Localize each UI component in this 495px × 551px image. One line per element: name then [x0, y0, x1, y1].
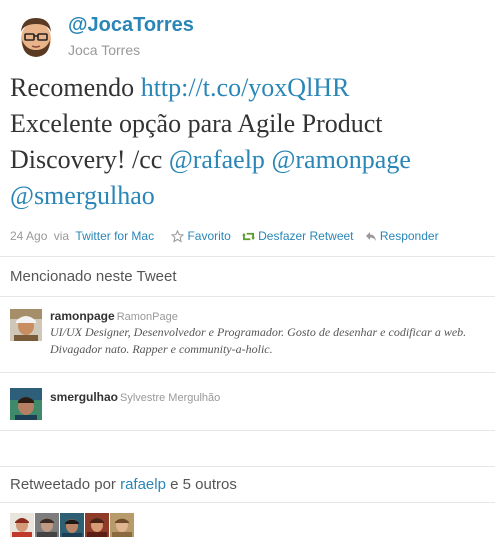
author-full-name: Joca Torres — [68, 42, 141, 58]
retweeted-others-link[interactable]: e 5 outros — [170, 476, 237, 493]
tweet-meta-row: 24 Ago via Twitter for Mac Favorito Desf… — [10, 228, 490, 246]
divider — [0, 296, 495, 297]
favorite-label: Favorito — [187, 229, 231, 244]
divider — [0, 372, 495, 373]
mention-smergulhao[interactable]: @smergulhao — [10, 181, 155, 210]
user-photo-icon — [60, 513, 84, 537]
favorite-button[interactable]: Favorito — [171, 228, 231, 244]
smergulhao-avatar[interactable] — [10, 388, 42, 420]
reply-button[interactable]: Responder — [365, 228, 439, 243]
retweeter-avatar-5[interactable] — [110, 513, 134, 537]
divider — [0, 502, 495, 503]
divider — [0, 430, 495, 431]
retweeter-avatar-2[interactable] — [35, 513, 59, 537]
undo-retweet-button[interactable]: Desfazer Retweet — [242, 228, 354, 244]
mentioned-user-ramonpage[interactable]: ramonpage RamonPage UI/UX Designer, Desen… — [10, 309, 490, 365]
divider — [0, 256, 495, 257]
mention-ramonpage[interactable]: @ramonpage — [271, 145, 410, 174]
user-photo-icon — [10, 388, 42, 420]
ramonpage-avatar[interactable] — [10, 309, 42, 341]
star-icon — [171, 229, 185, 243]
via-label: via — [53, 228, 70, 243]
tweet-word-recomendo: Recomendo — [10, 73, 135, 102]
ramonpage-bio: UI/UX Designer, Desenvolvedor e Programa… — [50, 325, 467, 356]
smergulhao-name-line: smergulhao Sylvestre Mergulhão — [50, 390, 220, 404]
tweet-author: @JocaTorres Joca Torres — [12, 12, 482, 60]
author-avatar[interactable] — [12, 12, 60, 60]
retweeter-avatar-3[interactable] — [60, 513, 84, 537]
mention-rafaelp[interactable]: @rafaelp — [169, 145, 265, 174]
tweet-line-excelente: Excelente opção para Agile Product — [10, 109, 383, 138]
smergulhao-full-name: Sylvestre Mergulhão — [120, 392, 221, 404]
divider — [0, 466, 495, 467]
tweet-date-link[interactable]: 24 Ago — [10, 229, 47, 243]
retweet-icon — [242, 232, 256, 240]
reply-arrow-icon — [365, 231, 376, 241]
retweeter-avatar-1[interactable] — [10, 513, 34, 537]
ramonpage-full-name: RamonPage — [116, 311, 178, 323]
tweet-line-discovery: Discovery! /cc — [10, 145, 163, 174]
mentioned-heading: Mencionado neste Tweet — [10, 268, 177, 285]
author-handle-link[interactable]: @JocaTorres — [68, 14, 194, 37]
retweeted-user-link[interactable]: rafaelp — [120, 476, 166, 493]
retweeted-heading: Retweetado por rafaelp e 5 outros — [10, 476, 237, 493]
user-photo-icon — [35, 513, 59, 537]
retweeter-avatar-4[interactable] — [85, 513, 109, 537]
tweet-source-link[interactable]: Twitter for Mac — [75, 229, 154, 243]
user-photo-icon — [85, 513, 109, 537]
user-photo-icon — [110, 513, 134, 537]
undo-retweet-label: Desfazer Retweet — [258, 229, 354, 244]
mentioned-user-smergulhao[interactable]: smergulhao Sylvestre Mergulhão — [10, 388, 490, 422]
tweet-text: Recomendo http://t.co/yoxQlHR Excelente … — [10, 70, 488, 214]
ramonpage-handle-link[interactable]: ramonpage — [50, 309, 115, 323]
user-photo-icon — [10, 309, 42, 341]
bearded-man-avatar-icon — [12, 12, 60, 60]
user-photo-icon — [10, 513, 34, 537]
retweeted-label: Retweetado por — [10, 476, 116, 493]
smergulhao-handle-link[interactable]: smergulhao — [50, 390, 118, 404]
tweet-link[interactable]: http://t.co/yoxQlHR — [141, 73, 350, 102]
ramonpage-name-line: ramonpage RamonPage — [50, 309, 178, 323]
reply-label: Responder — [379, 229, 439, 244]
